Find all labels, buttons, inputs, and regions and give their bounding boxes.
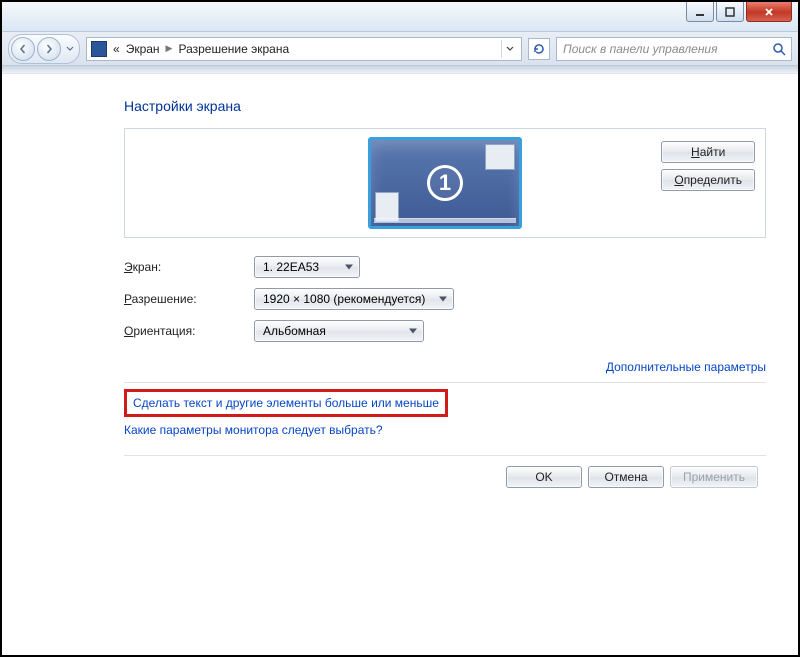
refresh-icon: [532, 42, 546, 56]
search-icon: [771, 41, 787, 60]
back-button[interactable]: [11, 37, 35, 61]
arrow-left-icon: [18, 44, 28, 54]
apply-button[interactable]: Применить: [670, 466, 758, 488]
help-link[interactable]: Какие параметры монитора следует выбрать…: [124, 423, 383, 437]
screen-label: Экран:: [124, 260, 254, 274]
screen-select[interactable]: 1. 22EA53: [254, 256, 360, 278]
ok-button[interactable]: OK: [506, 466, 582, 488]
close-button[interactable]: [746, 2, 792, 22]
resolution-label: Разрешение:: [124, 292, 254, 306]
address-bar: « Экран ▶ Разрешение экрана Поиск в пане…: [2, 32, 798, 66]
forward-button[interactable]: [37, 37, 61, 61]
screen-value: 1. 22EA53: [263, 260, 319, 274]
find-button[interactable]: Найти: [661, 141, 755, 163]
identify-button[interactable]: Определить: [661, 169, 755, 191]
screen-row: Экран: 1. 22EA53: [124, 256, 766, 278]
chevron-down-icon: [66, 45, 74, 53]
breadcrumb-prefix: «: [113, 42, 120, 56]
arrow-right-icon: [44, 44, 54, 54]
advanced-settings-link[interactable]: Дополнительные параметры: [606, 360, 766, 374]
resolution-value: 1920 × 1080 (рекомендуется): [263, 292, 425, 306]
toolbar-shadow: [2, 66, 798, 74]
close-icon: [763, 6, 775, 18]
monitor-thumbnail[interactable]: 1: [368, 137, 522, 229]
breadcrumb-item[interactable]: Разрешение экрана: [178, 42, 289, 56]
content-area: Настройки экрана 1 Найти Определить Экра…: [2, 74, 798, 655]
maximize-button[interactable]: [716, 2, 744, 22]
search-placeholder: Поиск в панели управления: [563, 42, 718, 56]
monitor-preview-box: 1 Найти Определить: [124, 128, 766, 238]
chevron-right-icon: ▶: [166, 43, 173, 54]
resolution-row: Разрешение: 1920 × 1080 (рекомендуется): [124, 288, 766, 310]
dialog-footer: OK Отмена Применить: [124, 456, 766, 498]
minimize-button[interactable]: [686, 2, 714, 22]
monitor-number: 1: [427, 165, 463, 201]
page-title: Настройки экрана: [124, 98, 766, 114]
orientation-row: Ориентация: Альбомная: [124, 320, 766, 342]
orientation-value: Альбомная: [263, 324, 326, 338]
breadcrumb-bar[interactable]: « Экран ▶ Разрешение экрана: [86, 37, 522, 61]
mini-taskbar-icon: [374, 218, 516, 223]
refresh-button[interactable]: [528, 38, 550, 60]
mini-window-icon: [485, 144, 515, 170]
orientation-label: Ориентация:: [124, 324, 254, 338]
orientation-select[interactable]: Альбомная: [254, 320, 424, 342]
nav-history: [8, 34, 80, 64]
window-titlebar: [2, 2, 798, 32]
chevron-down-icon: [409, 329, 417, 334]
chevron-down-icon: [345, 265, 353, 270]
breadcrumb: « Экран ▶ Разрешение экрана: [113, 42, 289, 56]
maximize-icon: [724, 6, 736, 18]
settings-form: Экран: 1. 22EA53 Разрешение: 1920 × 1080…: [124, 256, 766, 342]
chevron-down-icon: [506, 45, 514, 53]
cancel-button[interactable]: Отмена: [588, 466, 664, 488]
text-size-link[interactable]: Сделать текст и другие элементы больше и…: [133, 396, 439, 410]
chevron-down-icon: [439, 297, 447, 302]
breadcrumb-item[interactable]: Экран: [126, 42, 160, 56]
resolution-select[interactable]: 1920 × 1080 (рекомендуется): [254, 288, 454, 310]
control-panel-icon: [91, 41, 107, 57]
history-dropdown[interactable]: [63, 45, 77, 53]
address-dropdown[interactable]: [501, 40, 517, 58]
minimize-icon: [694, 6, 706, 18]
search-input[interactable]: Поиск в панели управления: [556, 37, 792, 61]
highlight-box: Сделать текст и другие элементы больше и…: [124, 389, 448, 417]
